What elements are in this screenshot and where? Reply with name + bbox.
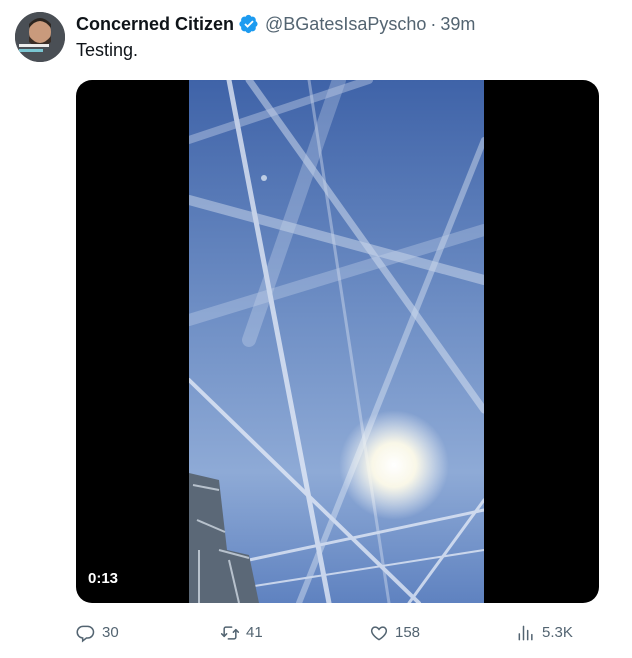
reply-button[interactable]: 30 [76, 621, 119, 645]
retweet-button[interactable]: 41 [220, 621, 263, 645]
reply-count: 30 [102, 624, 119, 641]
video-player[interactable]: 0:13 [76, 80, 599, 603]
tweet-actions: 30 41 158 5.3K [76, 621, 599, 645]
like-button[interactable]: 158 [369, 621, 420, 645]
heart-icon [370, 626, 388, 641]
author-name[interactable]: Concerned Citizen [76, 14, 234, 35]
timestamp[interactable]: 39m [440, 14, 475, 35]
views-count: 5.3K [542, 624, 573, 641]
views-chart-icon [518, 625, 533, 641]
video-frame [189, 80, 484, 603]
video-duration: 0:13 [88, 570, 119, 587]
avatar[interactable] [15, 12, 65, 62]
separator-dot: · [430, 13, 437, 34]
views-button[interactable]: 5.3K [516, 621, 573, 645]
like-count: 158 [395, 624, 421, 641]
reply-icon [76, 625, 95, 643]
tweet-text: Testing. [76, 40, 139, 60]
retweet-count: 41 [246, 624, 263, 641]
author-handle[interactable]: @BGatesIsaPyscho [265, 14, 426, 35]
retweet-icon [220, 626, 240, 640]
tweet-header: Concerned Citizen @BGatesIsaPyscho · 39m [76, 12, 475, 36]
verified-badge-icon [239, 14, 259, 34]
